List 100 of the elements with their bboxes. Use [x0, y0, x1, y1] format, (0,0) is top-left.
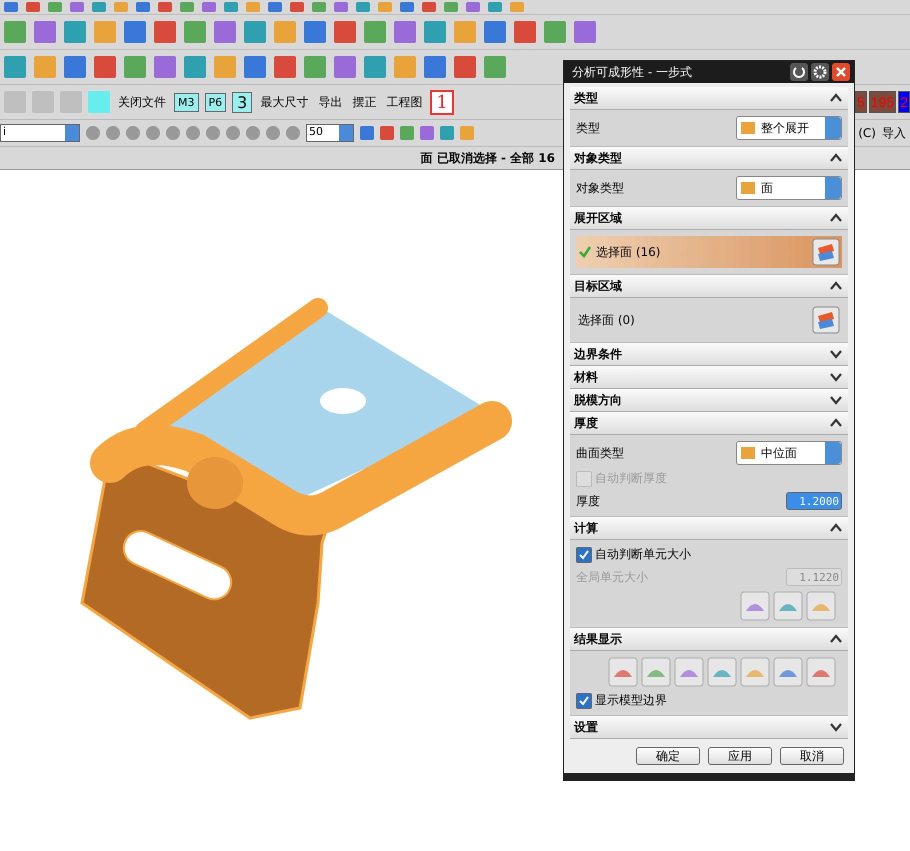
toolbar-icon[interactable] — [420, 126, 434, 140]
toolbar-icon[interactable] — [440, 126, 454, 140]
toolbar-icon[interactable] — [400, 126, 414, 140]
toolbar-icon[interactable] — [444, 2, 458, 12]
toolbar-icon[interactable] — [244, 21, 266, 43]
toolbar-icon[interactable] — [136, 2, 150, 12]
toolbar-icon[interactable] — [4, 91, 26, 113]
section-header[interactable]: 展开区域 — [570, 207, 848, 230]
toolbar-icon[interactable] — [334, 2, 348, 12]
toolbar-button[interactable]: 3 — [232, 92, 252, 112]
toolbar-icon[interactable] — [154, 56, 176, 78]
toolbar-icon[interactable] — [246, 126, 260, 140]
dialog-button[interactable]: 取消 — [780, 747, 844, 765]
chevron-up-icon[interactable] — [830, 418, 842, 428]
toolbar-icon[interactable] — [274, 56, 296, 78]
chevron-down-icon[interactable] — [830, 372, 842, 382]
section-header[interactable]: 结果显示 — [570, 628, 848, 651]
toolbar-icon[interactable] — [356, 2, 370, 12]
toolbar-icon[interactable] — [214, 56, 236, 78]
toolbar-icon[interactable] — [394, 21, 416, 43]
section-header[interactable]: 边界条件 — [570, 343, 848, 366]
toolbar-button[interactable]: 摆正 — [350, 94, 378, 110]
toolbar-button[interactable]: P6 — [204, 92, 226, 112]
toolbar-button[interactable]: 导出 — [316, 94, 344, 110]
tool-icon[interactable] — [773, 591, 803, 621]
toolbar-icon[interactable] — [364, 21, 386, 43]
toolbar-icon[interactable] — [202, 2, 216, 12]
tool-icon[interactable] — [641, 657, 671, 687]
toolbar-icon[interactable] — [274, 21, 296, 43]
tool-icon[interactable] — [773, 657, 803, 687]
dialog-button[interactable]: 确定 — [636, 747, 700, 765]
toolbar-icon[interactable] — [424, 56, 446, 78]
tool-icon[interactable] — [740, 591, 770, 621]
chevron-down-icon[interactable] — [830, 722, 842, 732]
toolbar-button[interactable]: 工程图 — [384, 94, 424, 110]
toolbar-icon[interactable] — [206, 126, 220, 140]
close-icon[interactable] — [832, 63, 850, 81]
toolbar-icon[interactable] — [166, 126, 180, 140]
checkbox[interactable] — [576, 692, 592, 708]
toolbar-icon[interactable] — [290, 2, 304, 12]
layer-dropdown[interactable]: i — [0, 124, 80, 142]
tool-icon[interactable] — [806, 591, 836, 621]
tool-icon[interactable] — [806, 657, 836, 687]
toolbar-icon[interactable] — [304, 21, 326, 43]
toolbar-icon[interactable] — [244, 56, 266, 78]
toolbar-icon[interactable] — [268, 2, 282, 12]
toolbar-button[interactable]: 导入 — [882, 124, 906, 142]
toolbar-icon[interactable] — [312, 2, 326, 12]
toolbar-icon[interactable] — [224, 2, 238, 12]
toolbar-button[interactable]: M3 — [174, 92, 198, 112]
checkbox[interactable] — [576, 546, 592, 562]
toolbar-icon[interactable] — [488, 2, 502, 12]
chevron-up-icon[interactable] — [830, 213, 842, 223]
toolbar-icon[interactable] — [334, 21, 356, 43]
toolbar-icon[interactable] — [94, 56, 116, 78]
toolbar-icon[interactable] — [48, 2, 62, 12]
tool-icon[interactable] — [740, 657, 770, 687]
section-header[interactable]: 设置 — [570, 716, 848, 739]
chevron-up-icon[interactable] — [830, 281, 842, 291]
section-header[interactable]: 材料 — [570, 366, 848, 389]
toolbar-icon[interactable] — [64, 21, 86, 43]
toolbar-icon[interactable] — [454, 21, 476, 43]
toolbar-icon[interactable] — [378, 2, 392, 12]
toolbar-icon[interactable] — [184, 21, 206, 43]
toolbar-icon[interactable] — [4, 56, 26, 78]
toolbar-icon[interactable] — [226, 126, 240, 140]
toolbar-icon[interactable] — [484, 21, 506, 43]
type-dropdown[interactable]: 面 — [736, 176, 842, 200]
toolbar-icon[interactable] — [34, 21, 56, 43]
section-header[interactable]: 厚度 — [570, 412, 848, 435]
toolbar-icon[interactable] — [64, 56, 86, 78]
section-header[interactable]: 类型 — [570, 87, 848, 110]
toolbar-icon[interactable] — [4, 2, 18, 12]
toolbar-icon[interactable] — [574, 21, 596, 43]
toolbar-icon[interactable] — [484, 56, 506, 78]
toolbar-icon[interactable] — [400, 2, 414, 12]
toolbar-icon[interactable] — [34, 56, 56, 78]
toolbar-icon[interactable] — [186, 126, 200, 140]
toolbar-icon[interactable] — [304, 56, 326, 78]
section-header[interactable]: 计算 — [570, 517, 848, 540]
toolbar-icon[interactable] — [424, 21, 446, 43]
toolbar-icon[interactable] — [70, 2, 84, 12]
toolbar-icon[interactable] — [422, 2, 436, 12]
tool-icon[interactable] — [707, 657, 737, 687]
toolbar-icon[interactable] — [394, 56, 416, 78]
chevron-down-icon[interactable] — [830, 349, 842, 359]
toolbar-icon[interactable] — [124, 21, 146, 43]
face-selector[interactable]: 选择面 (16) — [576, 236, 842, 268]
toolbar-button[interactable]: (C) — [858, 126, 876, 140]
toolbar-icon[interactable] — [26, 2, 40, 12]
toolbar-icon[interactable] — [214, 21, 236, 43]
toolbar-icon[interactable] — [460, 126, 474, 140]
toolbar-icon[interactable] — [60, 91, 82, 113]
toolbar-icon[interactable] — [180, 2, 194, 12]
face-select-icon[interactable] — [812, 306, 840, 334]
toolbar-icon[interactable] — [124, 56, 146, 78]
file-icon[interactable] — [88, 91, 110, 113]
chevron-up-icon[interactable] — [830, 523, 842, 533]
toolbar-button[interactable]: 关闭文件 — [116, 94, 168, 110]
section-header[interactable]: 对象类型 — [570, 147, 848, 170]
